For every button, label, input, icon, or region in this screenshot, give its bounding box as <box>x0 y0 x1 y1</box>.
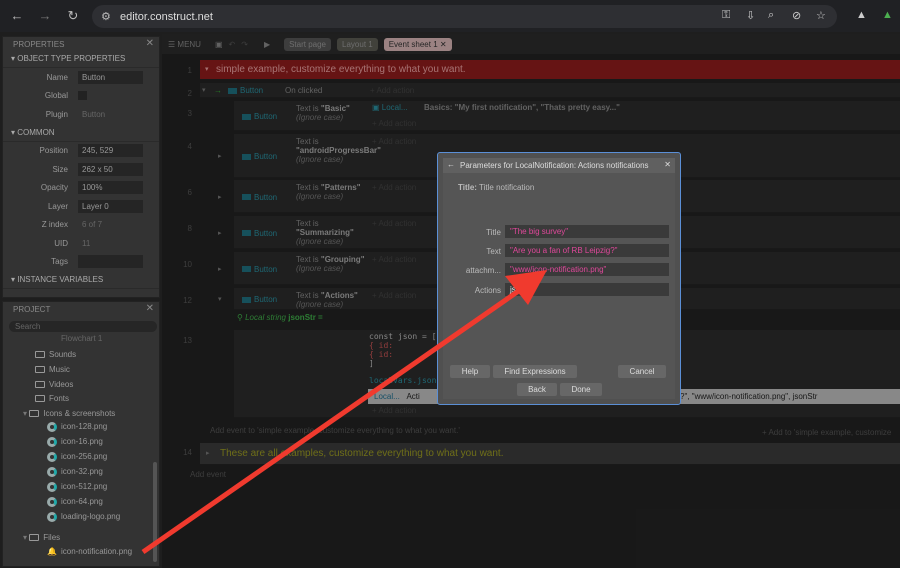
arrow-shaft <box>141 287 522 555</box>
arrow-head <box>505 270 547 305</box>
annotation-arrow <box>141 270 547 555</box>
